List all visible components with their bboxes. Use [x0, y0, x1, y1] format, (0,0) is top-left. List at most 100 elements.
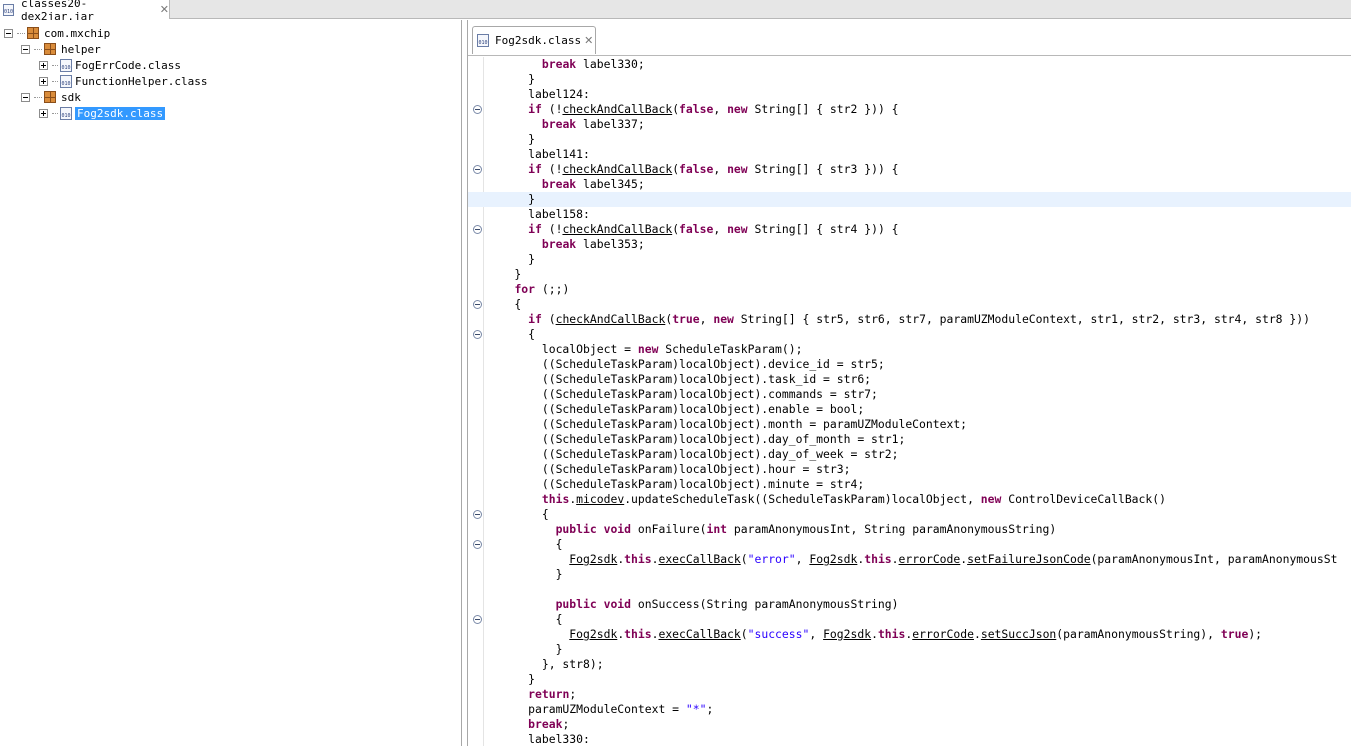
code-line-text: } — [487, 192, 536, 206]
code-area[interactable]: break label330; } label124: if (!checkAn… — [468, 57, 1351, 746]
code-line[interactable]: ((ScheduleTaskParam)localObject).month =… — [468, 417, 1351, 432]
fold-toggle-icon[interactable] — [473, 540, 482, 549]
code-line[interactable]: ((ScheduleTaskParam)localObject).enable … — [468, 402, 1351, 417]
tree-item-functionhelper[interactable]: 010 FunctionHelper.class — [39, 73, 207, 89]
code-line[interactable]: return; — [468, 687, 1351, 702]
code-line[interactable]: paramUZModuleContext = "*"; — [468, 702, 1351, 717]
tree-item-fog2sdk[interactable]: 010 Fog2sdk.class — [39, 105, 166, 121]
fold-toggle-icon[interactable] — [473, 330, 482, 339]
code-line[interactable]: } — [468, 252, 1351, 267]
code-line[interactable]: label124: — [468, 87, 1351, 102]
fold-toggle-icon[interactable] — [473, 510, 482, 519]
fold-toggle-icon[interactable] — [473, 615, 482, 624]
tree-item-label: helper — [61, 42, 101, 56]
expand-toggle-icon[interactable] — [39, 108, 48, 118]
code-line-text: { — [487, 327, 536, 341]
code-line[interactable]: } — [468, 192, 1351, 207]
expand-toggle-icon[interactable] — [39, 76, 48, 86]
code-line-text: label124: — [487, 87, 590, 101]
collapse-toggle-icon[interactable] — [21, 92, 30, 102]
code-line[interactable]: }, str8); — [468, 657, 1351, 672]
class-file-icon: 010 — [60, 106, 72, 120]
code-line[interactable] — [468, 582, 1351, 597]
code-line-text: Fog2sdk.this.execCallBack("error", Fog2s… — [569, 552, 1338, 566]
code-line[interactable]: break label330; — [468, 57, 1351, 72]
code-line[interactable]: } — [468, 132, 1351, 147]
code-line-text: if (checkAndCallBack(true, new String[] … — [528, 312, 1310, 326]
code-line-text: paramUZModuleContext = "*"; — [487, 702, 714, 716]
code-line[interactable]: break label337; — [468, 117, 1351, 132]
code-line[interactable]: ((ScheduleTaskParam)localObject).task_id… — [468, 372, 1351, 387]
code-line[interactable]: this.micodev.updateScheduleTask((Schedul… — [468, 492, 1351, 507]
code-line[interactable]: if (!checkAndCallBack(false, new String[… — [468, 162, 1351, 177]
code-line-text: for (;;) — [514, 282, 570, 296]
tab-fog2sdk-class[interactable]: 010 Fog2sdk.class ✕ — [472, 26, 596, 54]
code-line[interactable]: label141: — [468, 147, 1351, 162]
close-icon[interactable]: ✕ — [160, 3, 169, 16]
tree-item-label: FogErrCode.class — [75, 58, 181, 72]
class-file-icon: 010 — [477, 34, 489, 47]
code-line[interactable]: break; — [468, 717, 1351, 732]
tree-item-helper[interactable]: helper — [21, 41, 101, 57]
package-icon — [44, 43, 56, 55]
code-line[interactable]: localObject = new ScheduleTaskParam(); — [468, 342, 1351, 357]
code-line-text: ((ScheduleTaskParam)localObject).day_of_… — [487, 432, 906, 446]
tree-item-label-selected: Fog2sdk.class — [75, 106, 166, 120]
collapse-toggle-icon[interactable] — [4, 28, 13, 38]
tree-item-label: com.mxchip — [44, 26, 111, 40]
code-line-text: break; — [528, 717, 570, 731]
code-line-text: break label337; — [541, 117, 645, 131]
code-line[interactable]: if (checkAndCallBack(true, new String[] … — [468, 312, 1351, 327]
code-line[interactable]: break label345; — [468, 177, 1351, 192]
code-line[interactable]: if (!checkAndCallBack(false, new String[… — [468, 102, 1351, 117]
close-icon[interactable]: ✕ — [584, 34, 593, 47]
collapse-toggle-icon[interactable] — [21, 44, 30, 54]
code-line[interactable]: if (!checkAndCallBack(false, new String[… — [468, 222, 1351, 237]
editor-panel: 010 Fog2sdk.class ✕ break label330; } la… — [467, 20, 1351, 746]
code-line[interactable]: public void onSuccess(String paramAnonym… — [468, 597, 1351, 612]
code-line-text: break label330; — [541, 57, 645, 71]
code-line[interactable]: for (;;) — [468, 282, 1351, 297]
code-line[interactable]: ((ScheduleTaskParam)localObject).device_… — [468, 357, 1351, 372]
code-line-text: if (!checkAndCallBack(false, new String[… — [528, 222, 899, 236]
code-line[interactable]: Fog2sdk.this.execCallBack("success", Fog… — [468, 627, 1351, 642]
code-line[interactable]: } — [468, 72, 1351, 87]
code-line[interactable]: ((ScheduleTaskParam)localObject).minute … — [468, 477, 1351, 492]
code-line-text: label141: — [487, 147, 590, 161]
code-line[interactable]: ((ScheduleTaskParam)localObject).hour = … — [468, 462, 1351, 477]
editor-tab-bar: 010 Fog2sdk.class ✕ — [468, 20, 1351, 56]
code-line[interactable]: public void onFailure(int paramAnonymous… — [468, 522, 1351, 537]
code-line[interactable]: } — [468, 267, 1351, 282]
class-file-icon: 010 — [60, 74, 72, 88]
jar-tab[interactable]: 010 classes20-dex2jar.jar ✕ — [0, 0, 170, 23]
expand-toggle-icon[interactable] — [39, 60, 48, 70]
code-line[interactable]: ((ScheduleTaskParam)localObject).day_of_… — [468, 447, 1351, 462]
code-line[interactable]: { — [468, 297, 1351, 312]
code-line-text: ((ScheduleTaskParam)localObject).day_of_… — [487, 447, 899, 461]
code-line[interactable]: label158: — [468, 207, 1351, 222]
code-line[interactable]: label330: — [468, 732, 1351, 746]
code-line[interactable]: } — [468, 642, 1351, 657]
fold-toggle-icon[interactable] — [473, 300, 482, 309]
code-line[interactable]: ((ScheduleTaskParam)localObject).command… — [468, 387, 1351, 402]
tree-item-fogerrcode[interactable]: 010 FogErrCode.class — [39, 57, 181, 73]
fold-toggle-icon[interactable] — [473, 225, 482, 234]
code-line-text: break label353; — [541, 237, 645, 251]
code-line[interactable]: } — [468, 672, 1351, 687]
fold-toggle-icon[interactable] — [473, 105, 482, 114]
code-line[interactable]: { — [468, 327, 1351, 342]
code-line[interactable]: { — [468, 507, 1351, 522]
code-line-text: if (!checkAndCallBack(false, new String[… — [528, 102, 899, 116]
code-line[interactable]: { — [468, 537, 1351, 552]
code-line[interactable]: { — [468, 612, 1351, 627]
fold-toggle-icon[interactable] — [473, 165, 482, 174]
code-line[interactable]: break label353; — [468, 237, 1351, 252]
code-line-text: }, str8); — [487, 657, 604, 671]
code-line-text: } — [487, 252, 536, 266]
code-line-text: ((ScheduleTaskParam)localObject).command… — [487, 387, 878, 401]
code-line[interactable]: ((ScheduleTaskParam)localObject).day_of_… — [468, 432, 1351, 447]
code-line[interactable]: Fog2sdk.this.execCallBack("error", Fog2s… — [468, 552, 1351, 567]
tree-item-com-mxchip[interactable]: com.mxchip — [4, 25, 110, 41]
tree-item-sdk[interactable]: sdk — [21, 89, 81, 105]
code-line[interactable]: } — [468, 567, 1351, 582]
